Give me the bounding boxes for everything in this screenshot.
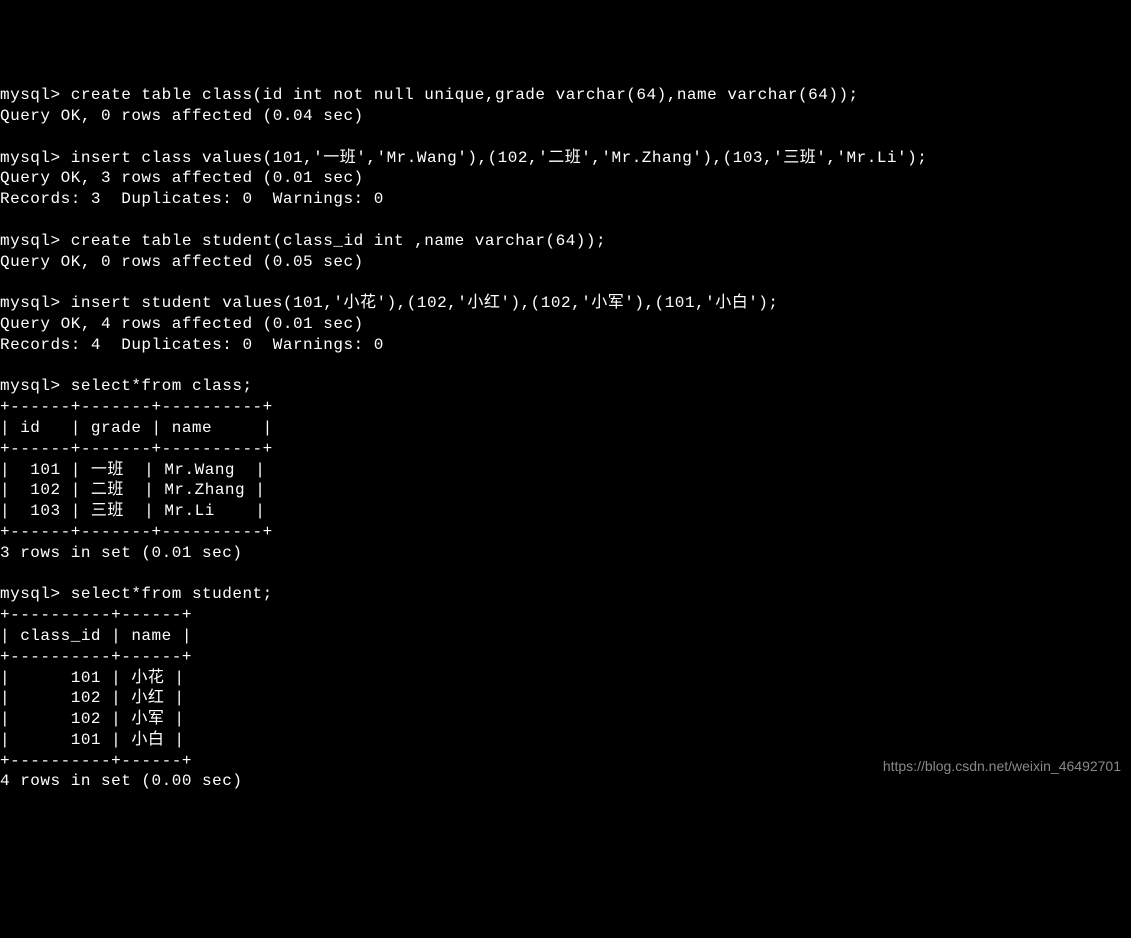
prompt: mysql> (0, 585, 61, 603)
table-header: | class_id | name | (0, 627, 192, 645)
table-header: | id | grade | name | (0, 419, 273, 437)
table-border: +----------+------+ (0, 752, 192, 770)
prompt: mysql> (0, 149, 61, 167)
query-result: Query OK, 4 rows affected (0.01 sec) (0, 315, 364, 333)
sql-command: create table student(class_id int ,name … (71, 232, 606, 250)
table-row: | 101 | 小白 | (0, 731, 185, 749)
sql-command: create table class(id int not null uniqu… (71, 86, 859, 104)
table-border: +------+-------+----------+ (0, 398, 273, 416)
sql-command: select*from class; (71, 377, 253, 395)
rows-count: 3 rows in set (0.01 sec) (0, 544, 242, 562)
table-row: | 103 | 三班 | Mr.Li | (0, 502, 265, 520)
query-result: Query OK, 0 rows affected (0.04 sec) (0, 107, 364, 125)
table-border: +------+-------+----------+ (0, 523, 273, 541)
query-result: Query OK, 0 rows affected (0.05 sec) (0, 253, 364, 271)
query-result: Records: 4 Duplicates: 0 Warnings: 0 (0, 336, 384, 354)
table-border: +------+-------+----------+ (0, 440, 273, 458)
sql-command: select*from student; (71, 585, 273, 603)
rows-count: 4 rows in set (0.00 sec) (0, 772, 242, 790)
sql-command: insert class values(101,'一班','Mr.Wang'),… (71, 149, 928, 167)
query-result: Query OK, 3 rows affected (0.01 sec) (0, 169, 364, 187)
prompt: mysql> (0, 377, 61, 395)
prompt: mysql> (0, 232, 61, 250)
table-row: | 101 | 一班 | Mr.Wang | (0, 461, 265, 479)
prompt: mysql> (0, 294, 61, 312)
table-row: | 102 | 二班 | Mr.Zhang | (0, 481, 265, 499)
table-row: | 102 | 小红 | (0, 689, 185, 707)
terminal-output: mysql> create table class(id int not nul… (0, 85, 1131, 792)
table-row: | 101 | 小花 | (0, 669, 185, 687)
sql-command: insert student values(101,'小花'),(102,'小红… (71, 294, 779, 312)
query-result: Records: 3 Duplicates: 0 Warnings: 0 (0, 190, 384, 208)
prompt: mysql> (0, 86, 61, 104)
csdn-watermark: https://blog.csdn.net/weixin_46492701 (883, 757, 1121, 775)
table-border: +----------+------+ (0, 606, 192, 624)
table-border: +----------+------+ (0, 648, 192, 666)
table-row: | 102 | 小军 | (0, 710, 185, 728)
